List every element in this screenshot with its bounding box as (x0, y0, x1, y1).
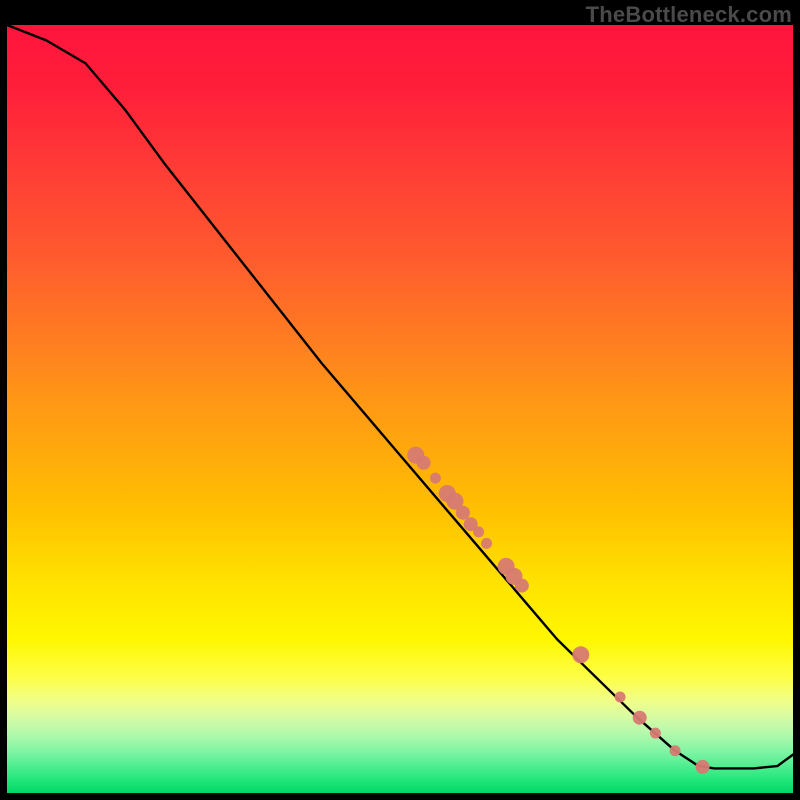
scatter-point (417, 456, 431, 470)
scatter-dots (407, 447, 709, 774)
chart-overlay (7, 25, 793, 793)
scatter-point (615, 692, 626, 703)
scatter-point (650, 728, 661, 739)
scatter-point (670, 745, 681, 756)
scatter-point (473, 526, 484, 537)
scatter-point (696, 760, 710, 774)
scatter-point (572, 646, 589, 663)
scatter-point (481, 538, 492, 549)
scatter-point (633, 711, 647, 725)
chart-plot-area (7, 25, 793, 793)
chart-frame: TheBottleneck.com (0, 0, 800, 800)
watermark-text: TheBottleneck.com (586, 2, 792, 28)
scatter-point (515, 579, 529, 593)
scatter-point (430, 473, 441, 484)
bottleneck-curve (7, 25, 793, 768)
scatter-point (456, 506, 470, 520)
